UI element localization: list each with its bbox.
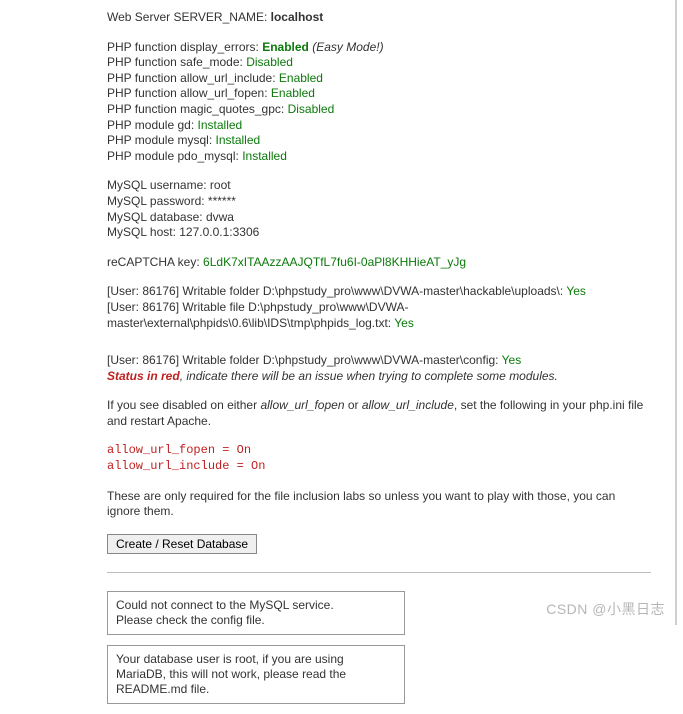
- php-fn-status: Enabled: [262, 40, 309, 54]
- mysql-error-text: Could not connect to the MySQL service. …: [116, 598, 334, 627]
- code-line: allow_url_fopen = On: [107, 443, 651, 459]
- php-fn-label: PHP function safe_mode:: [107, 55, 243, 69]
- mysql-line: MySQL password: ******: [107, 194, 651, 210]
- recaptcha-value: 6LdK7xITAAzzAAJQTfL7fu6I-0aPl8KHHieAT_yJ…: [203, 255, 466, 269]
- php-fn-status: Installed: [242, 149, 287, 163]
- recaptcha-line: reCAPTCHA key: 6LdK7xITAAzzAAJQTfL7fu6I-…: [107, 255, 651, 271]
- php-fn-label: PHP module pdo_mysql:: [107, 149, 239, 163]
- note-em: allow_url_include: [362, 398, 454, 412]
- writable-config-block: [User: 86176] Writable folder D:\phpstud…: [107, 353, 651, 384]
- php-fn-status: Disabled: [246, 55, 293, 69]
- writable-prefix: [User: 86176] Writable file D:\phpstudy_…: [107, 300, 408, 330]
- php-fn-status: Installed: [198, 118, 243, 132]
- recaptcha-label: reCAPTCHA key:: [107, 255, 200, 269]
- php-fn-note: (Easy Mode!): [312, 40, 383, 54]
- create-reset-database-button[interactable]: Create / Reset Database: [107, 534, 257, 554]
- mariadb-warning-box: Your database user is root, if you are u…: [107, 645, 405, 704]
- writable-line: [User: 86176] Writable folder D:\phpstud…: [107, 284, 651, 300]
- writable-yes: Yes: [566, 284, 586, 298]
- php-fn-status: Installed: [216, 133, 261, 147]
- php-fn-label: PHP module mysql:: [107, 133, 212, 147]
- mysql-line: MySQL host: 127.0.0.1:3306: [107, 225, 651, 241]
- php-fn-label: PHP module gd:: [107, 118, 194, 132]
- only-required-note: These are only required for the file inc…: [107, 489, 651, 520]
- code-line: allow_url_include = On: [107, 459, 651, 475]
- watermark: CSDN @小黑日志: [546, 599, 665, 619]
- mariadb-warning-text: Your database user is root, if you are u…: [116, 652, 346, 696]
- writable-block: [User: 86176] Writable folder D:\phpstud…: [107, 284, 651, 331]
- mysql-info-block: MySQL username: root MySQL password: ***…: [107, 178, 651, 240]
- mysql-line: MySQL database: dvwa: [107, 210, 651, 226]
- writable-yes: Yes: [394, 316, 414, 330]
- writable-prefix: [User: 86176] Writable folder D:\phpstud…: [107, 353, 499, 367]
- mysql-error-box: Could not connect to the MySQL service. …: [107, 591, 405, 635]
- writable-line: [User: 86176] Writable folder D:\phpstud…: [107, 353, 651, 369]
- mysql-line: MySQL username: root: [107, 178, 651, 194]
- writable-line: [User: 86176] Writable file D:\phpstudy_…: [107, 300, 651, 331]
- php-ini-code: allow_url_fopen = On allow_url_include =…: [107, 443, 651, 474]
- writable-prefix: [User: 86176] Writable folder D:\phpstud…: [107, 284, 563, 298]
- note-em: allow_url_fopen: [260, 398, 344, 412]
- divider: [107, 572, 651, 573]
- php-fn-status: Enabled: [271, 86, 315, 100]
- note-text: or: [345, 398, 362, 412]
- server-name-label: Web Server SERVER_NAME:: [107, 10, 267, 24]
- server-name-line: Web Server SERVER_NAME: localhost: [107, 10, 651, 26]
- status-rest: , indicate there will be an issue when t…: [180, 369, 558, 383]
- php-fn-label: PHP function display_errors:: [107, 40, 259, 54]
- php-fn-status: Disabled: [288, 102, 335, 116]
- disabled-note: If you see disabled on either allow_url_…: [107, 398, 651, 429]
- php-fn-label: PHP function magic_quotes_gpc:: [107, 102, 284, 116]
- note-text: If you see disabled on either: [107, 398, 260, 412]
- button-row: Create / Reset Database: [107, 534, 651, 554]
- status-red: Status in red: [107, 369, 180, 383]
- php-fn-status: Enabled: [279, 71, 323, 85]
- server-name-value: localhost: [271, 10, 324, 24]
- php-functions-block: PHP function display_errors: Enabled (Ea…: [107, 40, 651, 165]
- writable-yes: Yes: [502, 353, 522, 367]
- status-note-line: Status in red, indicate there will be an…: [107, 369, 651, 385]
- php-fn-label: PHP function allow_url_fopen:: [107, 86, 268, 100]
- scrollbar-track: [675, 0, 677, 625]
- php-fn-label: PHP function allow_url_include:: [107, 71, 276, 85]
